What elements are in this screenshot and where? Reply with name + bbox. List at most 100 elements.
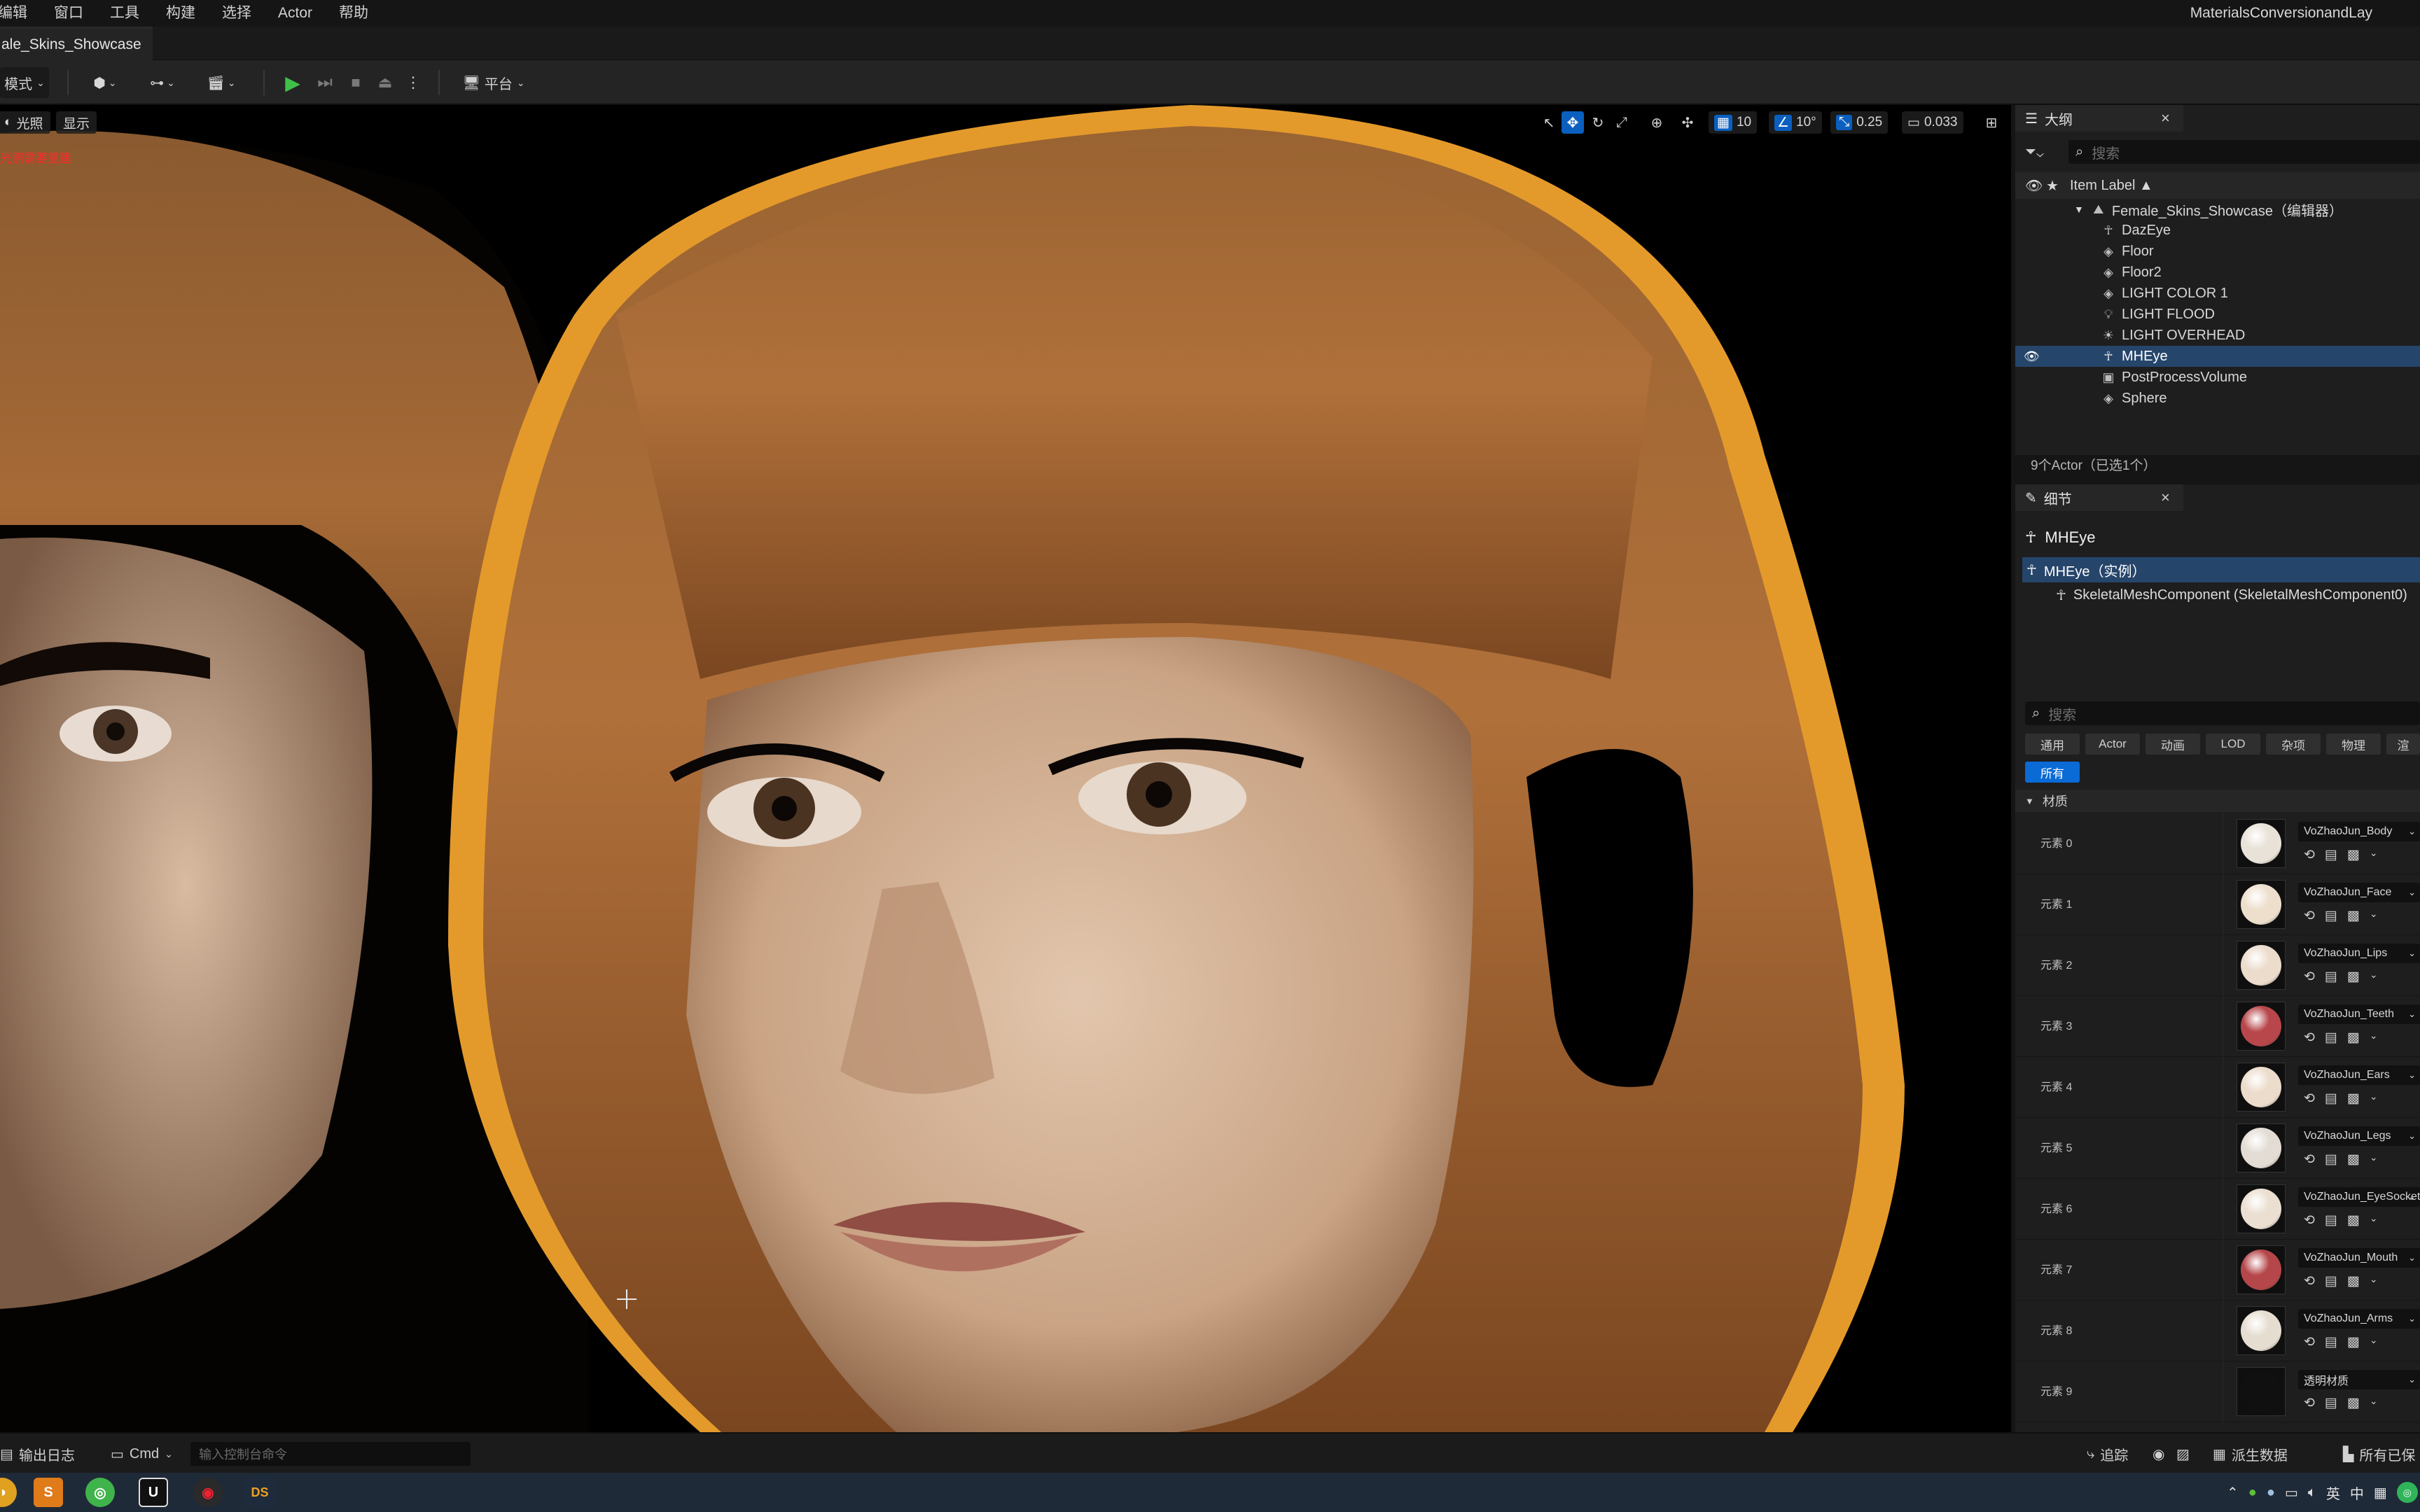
scale-snap-toggle[interactable]: ⤡ 0.25 <box>1830 111 1889 134</box>
material-thumbnail[interactable] <box>2237 1124 2286 1172</box>
chevron-down-icon[interactable]: ⌄ <box>2370 1091 2378 1107</box>
tree-item-postprocessvolume[interactable]: ▣ PostProcessVolume <box>2015 367 2420 388</box>
menu-window[interactable]: 窗口 <box>41 0 97 27</box>
checker-icon[interactable]: ▩ <box>2347 1091 2360 1107</box>
tray-app-icon[interactable]: ● <box>2248 1485 2257 1501</box>
stop-icon[interactable]: ■ <box>342 67 370 98</box>
console-input[interactable]: 输入控制台命令 <box>190 1442 471 1466</box>
tree-item-light-flood[interactable]: 💡︎ LIGHT FLOOD <box>2015 304 2420 325</box>
checker-icon[interactable]: ▩ <box>2347 1212 2360 1228</box>
volume-icon[interactable]: 🔈︎ <box>2308 1485 2316 1501</box>
browse-folder-icon[interactable]: ▤ <box>2325 1334 2337 1350</box>
reset-arrow-icon[interactable]: ⟲ <box>2304 1030 2315 1046</box>
close-icon[interactable]: × <box>2161 484 2170 511</box>
language-indicator[interactable]: 英 <box>2326 1483 2340 1503</box>
material-picker[interactable]: VoZhaoJun_Ears ⌄ <box>2298 1065 2420 1085</box>
checker-icon[interactable]: ▩ <box>2347 1030 2360 1046</box>
tree-item-dazeye[interactable]: ☥ DazEye <box>2015 220 2420 241</box>
menu-build[interactable]: 构建 <box>153 0 209 27</box>
tree-item-sphere[interactable]: ◈ Sphere <box>2015 388 2420 409</box>
filter-icon[interactable]: ⏷⌄ <box>2025 144 2044 160</box>
chevron-down-icon[interactable]: ⌄ <box>2370 1273 2378 1289</box>
browser-icon[interactable]: ◎ <box>85 1478 115 1507</box>
category-rendering[interactable]: 渲 <box>2386 734 2420 755</box>
reset-arrow-icon[interactable]: ⟲ <box>2304 1212 2315 1228</box>
translate-icon[interactable]: ✥ <box>1562 111 1584 134</box>
visibility-icon[interactable]: 👁︎ <box>2025 177 2043 195</box>
grid-snap-toggle[interactable]: ▦ 10 <box>1709 111 1758 134</box>
browse-folder-icon[interactable]: ▤ <box>2325 908 2337 924</box>
chevron-down-icon[interactable]: ⌄ <box>2370 1030 2378 1046</box>
recorder-icon[interactable]: ◉ <box>193 1478 223 1507</box>
category-physics[interactable]: 物理 <box>2326 734 2381 755</box>
checker-icon[interactable]: ▩ <box>2347 1395 2360 1411</box>
viewport-layout-icon[interactable]: ⊞ <box>1980 111 2003 134</box>
material-thumbnail[interactable] <box>2237 819 2286 868</box>
checker-icon[interactable]: ▩ <box>2347 1273 2360 1289</box>
browse-folder-icon[interactable]: ▤ <box>2325 1273 2337 1289</box>
actor-name[interactable]: MHEye <box>2045 528 2095 547</box>
category-general[interactable]: 通用 <box>2025 734 2080 755</box>
screenshot-icon[interactable]: ▨ <box>2176 1442 2190 1466</box>
chevron-down-icon[interactable]: ⌄ <box>2370 1152 2378 1168</box>
reset-arrow-icon[interactable]: ⟲ <box>2304 1091 2315 1107</box>
chevron-down-icon[interactable]: ⌄ <box>2370 908 2378 924</box>
browse-folder-icon[interactable]: ▤ <box>2325 1152 2337 1168</box>
rotation-snap-toggle[interactable]: ∠ 10° <box>1769 111 1822 134</box>
tree-root-item[interactable]: ▼ ⛰ Female_Skins_Showcase（编辑器） <box>2015 199 2420 220</box>
category-all[interactable]: 所有 <box>2025 762 2080 783</box>
checker-icon[interactable]: ▩ <box>2347 908 2360 924</box>
level-viewport[interactable]: ◐ 光照 显示 ↖ ✥ ↻ ⤢ ⊕ ✣ ▦ 10 ∠ 10° ⤡ 0.25 ▭ … <box>0 105 2011 1432</box>
checker-icon[interactable]: ▩ <box>2347 847 2360 863</box>
chevron-down-icon[interactable]: ⌄ <box>2370 1395 2378 1411</box>
category-misc[interactable]: 杂项 <box>2266 734 2321 755</box>
reset-arrow-icon[interactable]: ⟲ <box>2304 1395 2315 1411</box>
output-log-button[interactable]: ▤ 输出日志 <box>0 1442 75 1466</box>
rotate-icon[interactable]: ↻ <box>1587 111 1609 134</box>
menu-tools[interactable]: 工具 <box>97 0 153 27</box>
close-icon[interactable]: × <box>2161 105 2170 132</box>
material-thumbnail[interactable] <box>2237 1306 2286 1355</box>
material-picker[interactable]: VoZhaoJun_Lips ⌄ <box>2298 944 2420 963</box>
chevron-down-icon[interactable]: ⌄ <box>2370 1334 2378 1350</box>
material-thumbnail[interactable] <box>2237 1063 2286 1112</box>
lit-mode-button[interactable]: ◐ 光照 <box>0 111 50 134</box>
chevron-up-icon[interactable]: ⌃ <box>2227 1484 2239 1502</box>
item-label-column[interactable]: Item Label ▲ <box>2070 178 2153 194</box>
tree-item-light-color-1[interactable]: ◈ LIGHT COLOR 1 <box>2015 283 2420 304</box>
platform-dropdown[interactable]: 🖥︎ 平台 ⌄ <box>455 67 532 98</box>
daz-studio-icon[interactable]: DS <box>245 1478 274 1507</box>
derived-data-button[interactable]: ▦ 派生数据 <box>2213 1442 2288 1466</box>
browse-folder-icon[interactable]: ▤ <box>2325 847 2337 863</box>
save-status-button[interactable]: ▙ 所有已保 <box>2343 1442 2415 1466</box>
calendar-icon[interactable]: ▦ <box>2374 1484 2387 1502</box>
tree-item-floor2[interactable]: ◈ Floor2 <box>2015 262 2420 283</box>
material-picker[interactable]: VoZhaoJun_Body ⌄ <box>2298 822 2420 841</box>
material-thumbnail[interactable] <box>2237 880 2286 929</box>
reset-arrow-icon[interactable]: ⟲ <box>2304 969 2315 985</box>
material-picker[interactable]: VoZhaoJun_Teeth ⌄ <box>2298 1004 2420 1024</box>
reset-arrow-icon[interactable]: ⟲ <box>2304 1334 2315 1350</box>
checker-icon[interactable]: ▩ <box>2347 1334 2360 1350</box>
material-thumbnail[interactable] <box>2237 941 2286 990</box>
reset-arrow-icon[interactable]: ⟲ <box>2304 1273 2315 1289</box>
select-mode-icon[interactable]: ↖ <box>1538 111 1560 134</box>
notification-icon[interactable]: ◎ <box>2396 1482 2418 1503</box>
browse-folder-icon[interactable]: ▤ <box>2325 969 2337 985</box>
surface-snap-icon[interactable]: ✣ <box>1676 111 1699 134</box>
step-forward-icon[interactable]: ⏭ <box>311 67 339 98</box>
chevron-down-icon[interactable]: ⌄ <box>2370 1212 2378 1228</box>
material-picker[interactable]: VoZhaoJun_Arms ⌄ <box>2298 1309 2420 1329</box>
material-picker[interactable]: 透明材质 ⌄ <box>2298 1370 2420 1390</box>
blueprint-button[interactable]: ⊶ ⌄ <box>141 67 183 98</box>
material-picker[interactable]: VoZhaoJun_EyeSocket ⌄ <box>2298 1187 2420 1207</box>
browse-folder-icon[interactable]: ▤ <box>2325 1212 2337 1228</box>
material-picker[interactable]: VoZhaoJun_Face ⌄ <box>2298 883 2420 902</box>
cinematics-button[interactable]: 🎬︎ ⌄ <box>200 67 242 98</box>
app-icon[interactable]: ◑ <box>0 1478 17 1507</box>
eject-icon[interactable]: ⏏ <box>371 67 399 98</box>
show-button[interactable]: 显示 <box>56 111 97 134</box>
tree-item-floor[interactable]: ◈ Floor <box>2015 241 2420 262</box>
tray-app-icon[interactable]: ● <box>2267 1485 2275 1501</box>
category-actor[interactable]: Actor <box>2085 734 2140 755</box>
